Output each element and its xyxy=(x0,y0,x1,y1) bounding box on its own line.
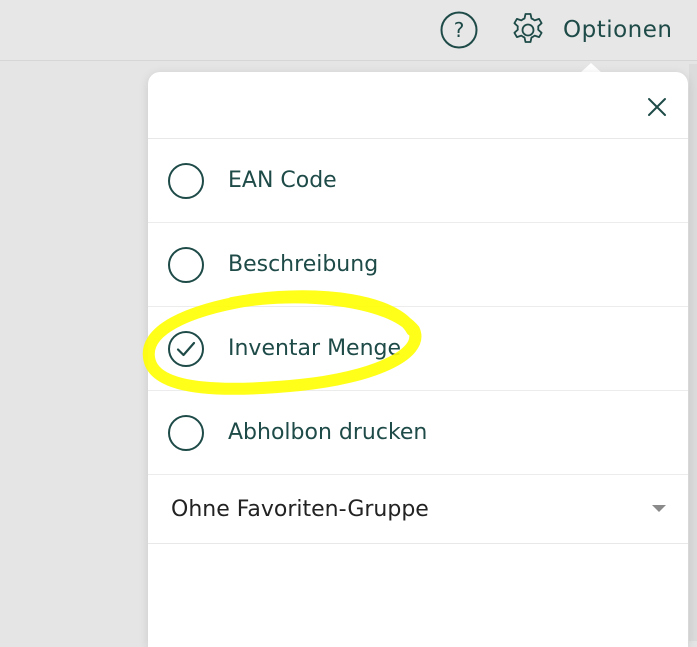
option-beschreibung[interactable]: Beschreibung xyxy=(148,223,688,307)
options-button[interactable]: Optionen xyxy=(508,10,673,50)
close-icon xyxy=(648,98,666,116)
option-radio[interactable] xyxy=(168,162,204,199)
options-label: Optionen xyxy=(563,17,673,43)
option-label: EAN Code xyxy=(228,168,337,193)
help-button[interactable]: ? xyxy=(440,11,478,49)
options-panel: EAN Code Beschreibung Inventar Menge Abh… xyxy=(148,72,688,647)
option-radio[interactable] xyxy=(168,246,204,283)
gear-icon xyxy=(508,10,548,50)
option-radio-checked[interactable] xyxy=(168,330,204,367)
checkmark-icon xyxy=(176,341,196,356)
favorites-group-value: Ohne Favoriten-Gruppe xyxy=(171,496,429,522)
option-label: Beschreibung xyxy=(228,252,379,277)
favorites-group-select[interactable]: Ohne Favoriten-Gruppe xyxy=(148,475,688,544)
option-radio[interactable] xyxy=(168,414,204,451)
close-button[interactable] xyxy=(642,92,672,122)
svg-text:?: ? xyxy=(454,18,465,42)
page-scrollbar[interactable] xyxy=(689,64,697,641)
top-bar: ? Optionen xyxy=(0,0,697,61)
option-label: Inventar Menge xyxy=(228,336,402,361)
question-circle-icon: ? xyxy=(440,11,478,49)
option-ean-code[interactable]: EAN Code xyxy=(148,139,688,223)
panel-header xyxy=(148,72,688,139)
option-abholbon-drucken[interactable]: Abholbon drucken xyxy=(148,391,688,475)
caret-down-icon xyxy=(652,505,666,512)
option-label: Abholbon drucken xyxy=(228,420,428,445)
option-inventar-menge[interactable]: Inventar Menge xyxy=(148,307,688,391)
